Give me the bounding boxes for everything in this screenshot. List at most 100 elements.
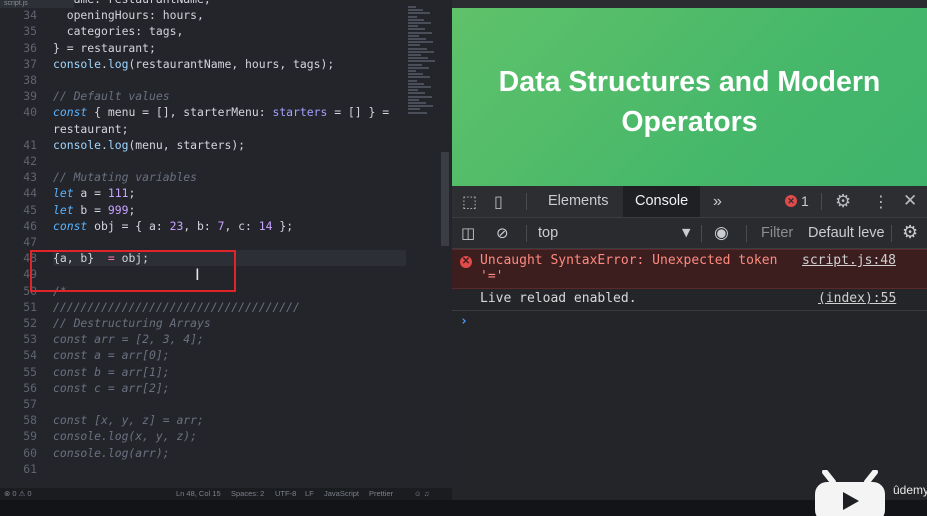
minimap-line xyxy=(408,6,416,8)
line-number: 34 xyxy=(23,8,37,23)
code-text: const a = arr[0]; xyxy=(53,348,170,363)
tabbar-divider-2 xyxy=(821,193,822,210)
more-tabs-button[interactable]: » xyxy=(701,186,734,217)
minimap-line xyxy=(408,86,431,88)
code-line[interactable]: 54 const a = arr[0]; xyxy=(0,347,452,363)
minimap-line xyxy=(408,41,433,44)
context-dropdown-icon[interactable]: ▼ xyxy=(682,218,690,248)
code-line[interactable]: 40 const { menu = [], starterMenu: starte… xyxy=(0,104,452,120)
line-number: 36 xyxy=(23,40,37,55)
close-devtools-icon[interactable]: ✕ xyxy=(903,186,917,217)
code-line[interactable]: 46 const obj = { a: 23, b: 7, c: 14 }; xyxy=(0,218,452,234)
code-line[interactable]: 56 const c = arr[2]; xyxy=(0,380,452,396)
code-text: openingHours: hours, xyxy=(53,8,204,23)
code-line[interactable]: 39 // Default values xyxy=(0,88,452,104)
minimap-line xyxy=(408,34,419,37)
console-filter-input[interactable]: Filter xyxy=(761,218,793,248)
code-line[interactable]: 52 // Destructuring Arrays xyxy=(0,315,452,331)
code-line[interactable]: 43 // Mutating variables xyxy=(0,169,452,185)
code-editor[interactable]: name: restaurantName,34 openingHours: ho… xyxy=(0,0,452,500)
editor-scrollbar[interactable] xyxy=(441,152,449,246)
settings-gear-icon[interactable]: ⚙ xyxy=(835,186,851,217)
toolbar-divider-4 xyxy=(891,225,892,242)
indentation-setting[interactable]: Spaces: 2 xyxy=(231,488,264,500)
line-number: 46 xyxy=(23,218,37,233)
minimap-line xyxy=(408,47,427,50)
code-line[interactable]: 60 console.log(arr); xyxy=(0,445,452,461)
code-line[interactable]: 41 console.log(menu, starters); xyxy=(0,137,452,153)
code-line[interactable]: 45 let b = 999; xyxy=(0,202,452,218)
code-line[interactable]: 34 openingHours: hours, xyxy=(0,7,452,23)
browser-page: Data Structures and Modern Operators xyxy=(452,0,927,186)
line-number: 56 xyxy=(23,380,37,395)
console-output[interactable]: ✕ Uncaught SyntaxError: Unexpected token… xyxy=(452,249,927,500)
eol-setting[interactable]: LF xyxy=(305,488,314,500)
line-number: 39 xyxy=(23,89,37,104)
encoding-setting[interactable]: UTF-8 xyxy=(275,488,296,500)
line-number: 44 xyxy=(23,186,37,201)
tab-console[interactable]: Console xyxy=(623,186,701,217)
code-line[interactable]: 53 const arr = [2, 3, 4]; xyxy=(0,331,452,347)
editor-status-bar: ⊗ 0 ⚠ 0 Ln 48, Col 15 Spaces: 2 UTF-8 LF… xyxy=(0,488,452,500)
line-number: 40 xyxy=(23,105,37,120)
code-line[interactable]: 35 categories: tags, xyxy=(0,23,452,39)
problems-indicator[interactable]: ⊗ 0 ⚠ 0 xyxy=(4,488,32,500)
line-number: 59 xyxy=(23,429,37,444)
code-line[interactable]: 38 xyxy=(0,72,452,88)
code-text: console.log(menu, starters); xyxy=(53,137,246,152)
error-source-link[interactable]: script.js:48 xyxy=(802,253,896,269)
minimap[interactable] xyxy=(408,6,438,116)
error-count[interactable]: 1 xyxy=(801,186,809,217)
code-text: const { menu = [], starterMenu: starters… xyxy=(53,105,390,120)
device-toolbar-icon[interactable]: ▯ xyxy=(494,186,503,217)
line-number: 58 xyxy=(23,413,37,428)
minimap-line xyxy=(408,95,432,98)
code-line[interactable]: 59 console.log(x, y, z); xyxy=(0,428,452,444)
code-line[interactable]: 36} = restaurant; xyxy=(0,40,452,56)
live-expression-eye-icon[interactable]: ◉ xyxy=(714,218,729,248)
inspect-element-icon[interactable]: ⬚ xyxy=(462,186,477,217)
code-line[interactable]: 47 xyxy=(0,234,452,250)
minimap-line xyxy=(408,111,427,114)
feedback-icon[interactable]: ☺ ♫ xyxy=(414,488,429,500)
language-mode[interactable]: JavaScript xyxy=(324,488,359,500)
code-text: name: restaurantName, xyxy=(53,0,211,7)
clear-console-icon[interactable]: ⊘ xyxy=(496,218,509,248)
video-bottom-strip xyxy=(0,500,927,516)
minimap-line xyxy=(408,25,418,28)
log-levels-dropdown[interactable]: Default leve xyxy=(808,218,885,248)
formatter-status[interactable]: Prettier xyxy=(369,488,393,500)
console-prompt[interactable]: › xyxy=(452,311,927,333)
code-text: console.log(x, y, z); xyxy=(53,429,198,444)
console-settings-gear-icon[interactable]: ⚙ xyxy=(902,218,918,248)
context-selector[interactable]: top xyxy=(538,218,558,248)
line-number: 57 xyxy=(23,397,37,411)
minimap-line xyxy=(408,108,420,111)
tab-elements[interactable]: Elements xyxy=(536,186,620,217)
cursor-position[interactable]: Ln 48, Col 15 xyxy=(176,488,221,500)
code-text: // Mutating variables xyxy=(53,170,198,185)
code-line[interactable]: 58 const [x, y, z] = arr; xyxy=(0,412,452,428)
code-line[interactable]: 61 xyxy=(0,461,452,477)
log-source-link[interactable]: (index):55 xyxy=(818,291,896,307)
line-number: 37 xyxy=(23,56,37,71)
minimap-line xyxy=(408,50,434,53)
editor-tab[interactable]: script.js xyxy=(0,0,74,8)
code-line[interactable]: 42 xyxy=(0,153,452,169)
show-sidebar-icon[interactable]: ◫ xyxy=(461,218,475,248)
code-line[interactable]: 57 xyxy=(0,396,452,412)
line-number: 54 xyxy=(23,348,37,363)
code-line[interactable]: 55 const b = arr[1]; xyxy=(0,364,452,380)
minimap-line xyxy=(408,9,423,12)
error-badge-icon[interactable]: ✕ xyxy=(785,195,797,207)
code-text: let b = 999; xyxy=(53,202,136,217)
code-line[interactable]: 44 let a = 111; xyxy=(0,185,452,201)
minimap-line xyxy=(408,82,424,85)
code-text: console.log(arr); xyxy=(53,445,170,460)
code-line[interactable]: 37 console.log(restaurantName, hours, tag… xyxy=(0,56,452,72)
code-line[interactable]: restaurant; xyxy=(0,121,452,137)
code-text: let a = 111; xyxy=(53,186,136,201)
editor-tab-label: script.js xyxy=(4,0,28,7)
more-options-icon[interactable]: ⋮ xyxy=(873,186,889,217)
code-line[interactable]: 51 //////////////////////////////////// xyxy=(0,299,452,315)
